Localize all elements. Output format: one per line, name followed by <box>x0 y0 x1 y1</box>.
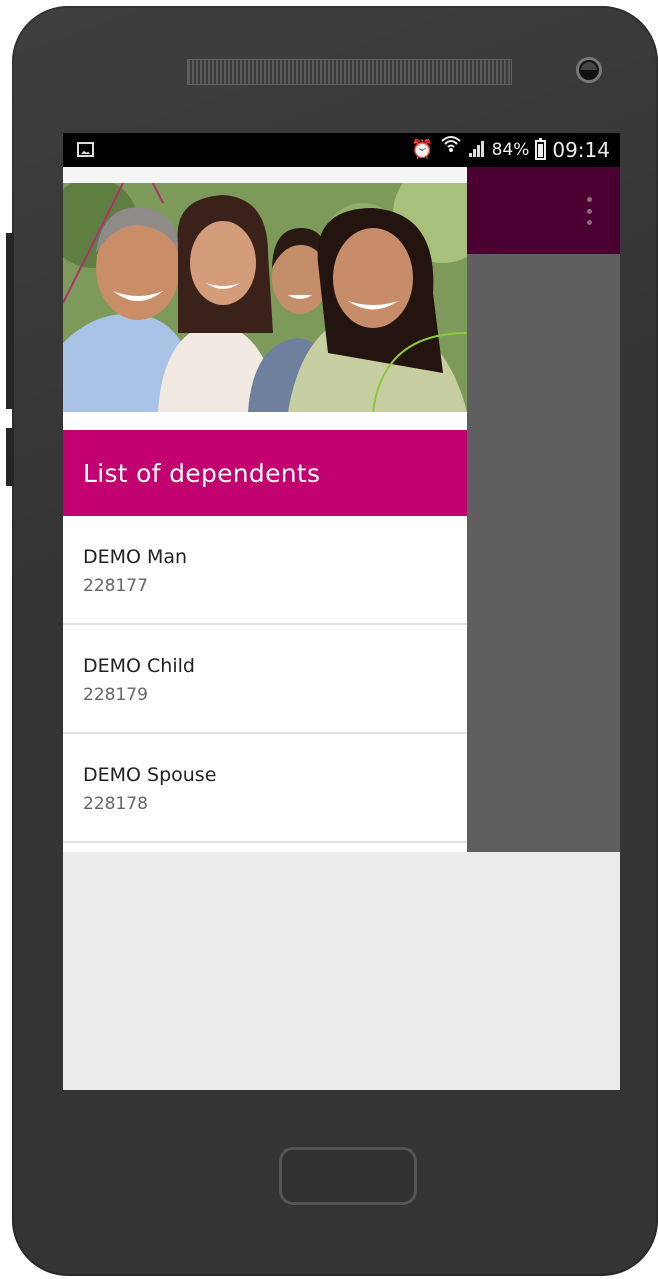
dependent-name: DEMO Man <box>83 546 188 568</box>
dependent-id: 228179 <box>83 685 148 705</box>
drawer-title-bar: List of dependents <box>63 430 467 516</box>
navigation-drawer: List of dependents DEMO Man 228177 DEMO … <box>63 167 467 852</box>
power-button[interactable] <box>6 428 14 486</box>
dependents-list: DEMO Man 228177 DEMO Child 228179 DEMO S… <box>63 516 467 843</box>
alarm-icon: ⏰ <box>411 139 434 160</box>
list-item[interactable]: DEMO Man 228177 <box>63 516 467 625</box>
drawer-title: List of dependents <box>83 458 321 488</box>
overflow-menu-icon[interactable] <box>586 197 592 225</box>
list-item[interactable]: DEMO Spouse 228178 <box>63 734 467 843</box>
status-icons: ⏰ 84% 09:14 <box>411 133 610 167</box>
drawer-header-strip <box>63 167 467 183</box>
volume-button[interactable] <box>6 233 14 409</box>
clock: 09:14 <box>552 138 610 162</box>
list-item[interactable]: DEMO Child 228179 <box>63 625 467 734</box>
image-notification-icon <box>77 142 94 157</box>
dependent-name: DEMO Child <box>83 655 195 677</box>
battery-icon <box>535 138 547 160</box>
app-empty-area <box>63 852 620 1090</box>
signal-icon <box>468 141 486 159</box>
dependent-name: DEMO Spouse <box>83 764 217 786</box>
wifi-icon <box>440 133 462 167</box>
status-bar: ⏰ 84% 09:14 <box>63 133 620 167</box>
dependent-id: 228177 <box>83 576 148 596</box>
dependent-id: 228178 <box>83 794 148 814</box>
battery-percent: 84% <box>491 140 530 160</box>
family-photo <box>63 183 467 412</box>
home-button[interactable] <box>279 1147 417 1205</box>
earpiece-speaker <box>187 59 512 85</box>
screen: ⏰ 84% 09:14 List of dependents DEMO Man … <box>63 133 620 1090</box>
front-camera-icon <box>576 57 602 83</box>
